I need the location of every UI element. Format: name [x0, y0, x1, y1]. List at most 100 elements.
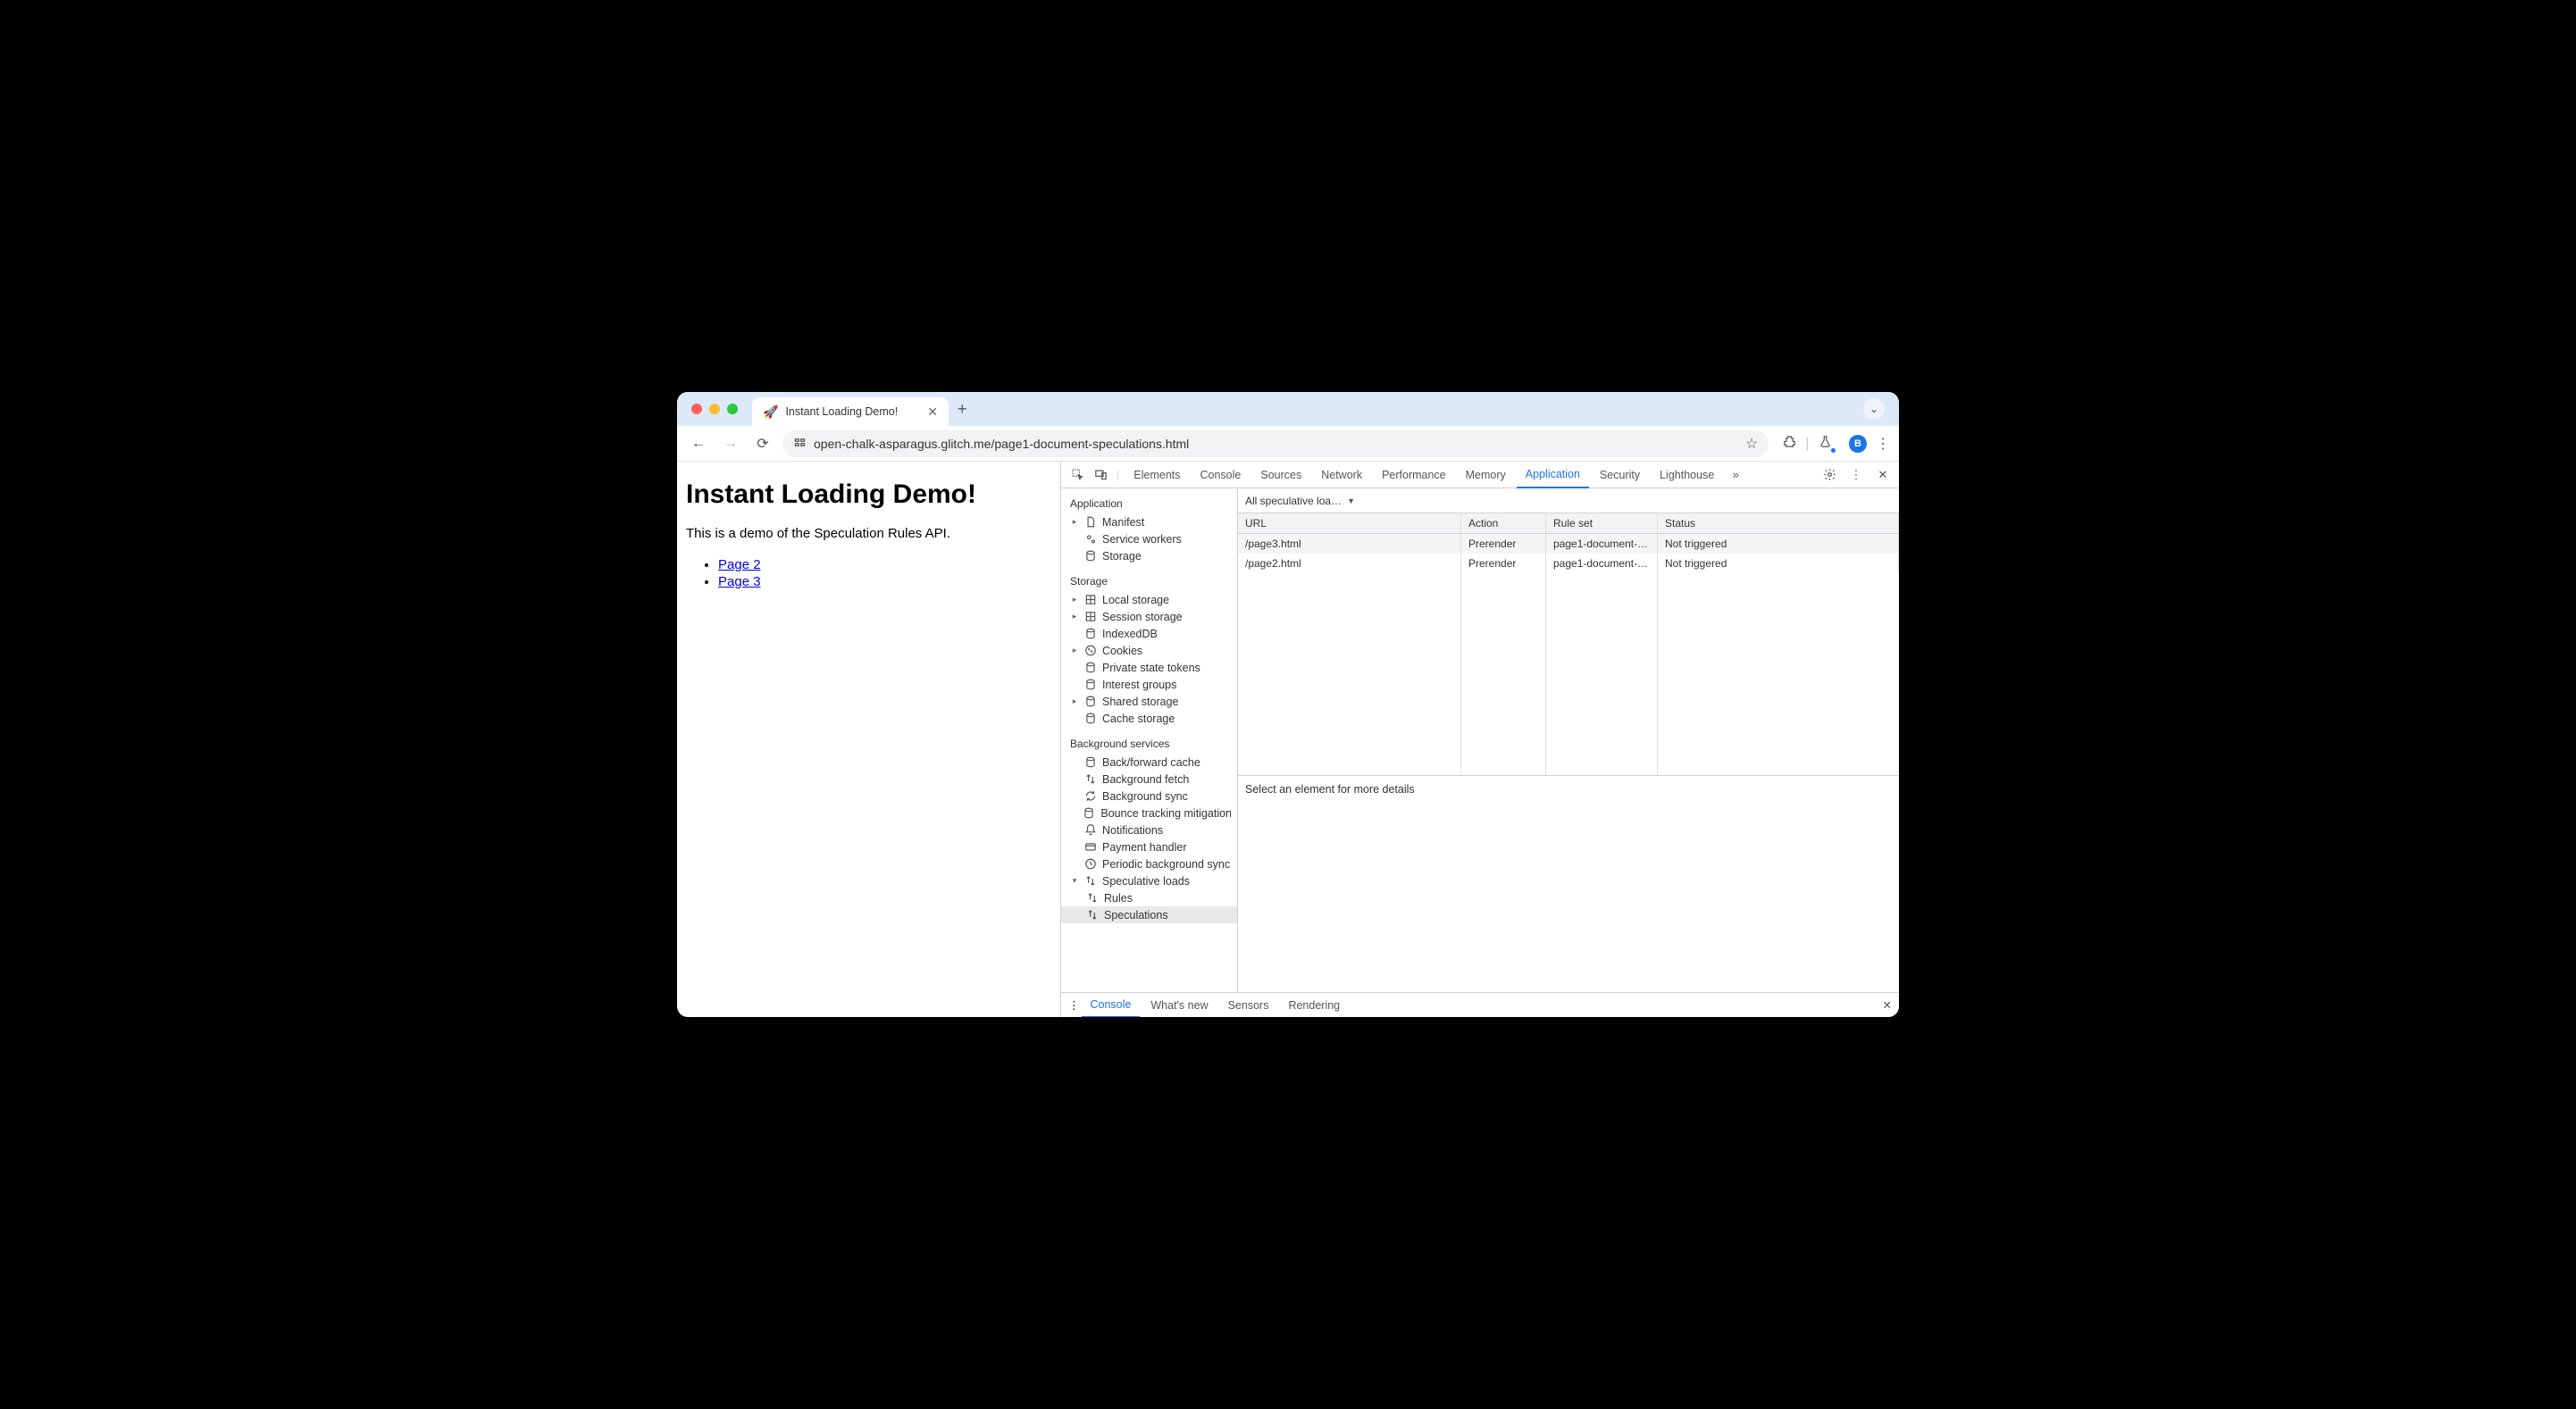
document-icon	[1084, 515, 1097, 529]
table-row[interactable]: /page2.html Prerender page1-document-… N…	[1238, 554, 1899, 573]
filter-dropdown[interactable]: All speculative loa… ▼	[1238, 488, 1899, 513]
devtools-main: All speculative loa… ▼ URL Action Rule s…	[1238, 488, 1899, 992]
tab-overflow: ⌄	[1863, 398, 1885, 420]
cookie-icon	[1084, 644, 1097, 657]
database-icon	[1084, 661, 1097, 674]
sidebar-item-cookies[interactable]: ▸Cookies	[1061, 642, 1237, 659]
tab-elements[interactable]: Elements	[1125, 462, 1189, 488]
chevron-down-icon: ▼	[1347, 496, 1355, 505]
tab-console[interactable]: Console	[1192, 462, 1250, 488]
database-icon	[1084, 712, 1097, 725]
sidebar-item-cache-storage[interactable]: Cache storage	[1061, 710, 1237, 727]
table-row[interactable]: /page3.html Prerender page1-document-… N…	[1238, 534, 1899, 554]
tab-bar: 🚀 Instant Loading Demo! ✕ + ⌄	[677, 392, 1899, 426]
sidebar-item-shared-storage[interactable]: ▸Shared storage	[1061, 693, 1237, 710]
filter-label: All speculative loa…	[1245, 495, 1342, 507]
page-heading: Instant Loading Demo!	[686, 479, 1051, 510]
url-field[interactable]: open-chalk-asparagus.glitch.me/page1-doc…	[782, 430, 1769, 457]
device-toggle-icon[interactable]	[1090, 464, 1111, 486]
page-link-2[interactable]: Page 2	[718, 557, 761, 572]
profile-avatar[interactable]: B	[1849, 435, 1867, 453]
page-viewport: Instant Loading Demo! This is a demo of …	[677, 462, 1061, 1017]
column-header-ruleset[interactable]: Rule set	[1546, 513, 1658, 533]
minimize-window-button[interactable]	[709, 404, 720, 414]
sidebar-item-indexeddb[interactable]: IndexedDB	[1061, 625, 1237, 642]
tab-lighthouse[interactable]: Lighthouse	[1651, 462, 1723, 488]
rocket-icon: 🚀	[763, 404, 778, 420]
site-settings-icon[interactable]	[793, 436, 807, 452]
sidebar-item-payment-handler[interactable]: Payment handler	[1061, 838, 1237, 855]
tab-memory[interactable]: Memory	[1457, 462, 1515, 488]
sidebar-item-bounce-tracking[interactable]: Bounce tracking mitigation	[1061, 805, 1237, 821]
inspect-element-icon[interactable]	[1066, 464, 1088, 486]
address-bar: ← → ⟳ open-chalk-asparagus.glitch.me/pag…	[677, 426, 1899, 462]
back-button[interactable]: ←	[686, 431, 711, 456]
tab-sources[interactable]: Sources	[1251, 462, 1310, 488]
sidebar-item-manifest[interactable]: ▸Manifest	[1061, 513, 1237, 530]
kebab-menu-icon[interactable]: ⋮	[1876, 435, 1890, 453]
transfer-icon	[1084, 772, 1097, 786]
column-header-action[interactable]: Action	[1461, 513, 1546, 533]
sidebar-section-storage: Storage	[1061, 571, 1237, 591]
more-tabs-icon[interactable]: »	[1725, 464, 1746, 486]
reload-button[interactable]: ⟳	[750, 431, 775, 456]
sidebar-item-notifications[interactable]: Notifications	[1061, 821, 1237, 838]
forward-button[interactable]: →	[718, 431, 743, 456]
database-icon	[1084, 695, 1097, 708]
close-drawer-icon[interactable]: ✕	[1883, 998, 1892, 1012]
sidebar-item-background-sync[interactable]: Background sync	[1061, 788, 1237, 805]
maximize-window-button[interactable]	[727, 404, 738, 414]
detail-hint: Select an element for more details	[1238, 776, 1899, 992]
tab-performance[interactable]: Performance	[1373, 462, 1455, 488]
devtools-sidebar: Application ▸Manifest Service workers St…	[1061, 488, 1238, 992]
window-controls	[691, 404, 738, 414]
sidebar-item-periodic-sync[interactable]: Periodic background sync	[1061, 855, 1237, 872]
column-header-url[interactable]: URL	[1238, 513, 1461, 533]
column-header-status[interactable]: Status	[1658, 513, 1899, 533]
sidebar-item-session-storage[interactable]: ▸Session storage	[1061, 608, 1237, 625]
close-window-button[interactable]	[691, 404, 702, 414]
sidebar-item-interest-groups[interactable]: Interest groups	[1061, 676, 1237, 693]
sidebar-item-storage[interactable]: Storage	[1061, 547, 1237, 564]
close-devtools-icon[interactable]: ✕	[1872, 464, 1894, 486]
grid-icon	[1084, 593, 1097, 606]
drawer-tab-console[interactable]: Console	[1082, 993, 1141, 1018]
grid-icon	[1084, 610, 1097, 623]
clock-icon	[1084, 857, 1097, 871]
bell-icon	[1084, 823, 1097, 837]
sidebar-item-background-fetch[interactable]: Background fetch	[1061, 771, 1237, 788]
drawer-tab-sensors[interactable]: Sensors	[1219, 993, 1278, 1018]
new-tab-button[interactable]: +	[958, 400, 967, 419]
kebab-menu-icon[interactable]: ⋮	[1068, 998, 1080, 1012]
card-icon	[1084, 840, 1097, 854]
close-tab-icon[interactable]: ✕	[927, 404, 938, 420]
extensions-icon[interactable]	[1783, 435, 1796, 453]
settings-gear-icon[interactable]	[1819, 464, 1840, 486]
sidebar-item-private-state-tokens[interactable]: Private state tokens	[1061, 659, 1237, 676]
tab-application[interactable]: Application	[1517, 462, 1589, 488]
sidebar-item-speculative-loads[interactable]: ▾Speculative loads	[1061, 872, 1237, 889]
sidebar-section-background: Background services	[1061, 734, 1237, 754]
devtools-drawer: ⋮ Console What's new Sensors Rendering ✕	[1061, 992, 1899, 1017]
transfer-icon	[1086, 891, 1099, 905]
tab-network[interactable]: Network	[1312, 462, 1371, 488]
sidebar-item-speculations[interactable]: Speculations	[1061, 906, 1237, 923]
chevron-down-icon[interactable]: ⌄	[1863, 398, 1885, 420]
drawer-tab-whats-new[interactable]: What's new	[1142, 993, 1217, 1018]
database-icon	[1084, 549, 1097, 563]
labs-icon[interactable]	[1819, 435, 1840, 453]
sidebar-item-bfcache[interactable]: Back/forward cache	[1061, 754, 1237, 771]
page-subtext: This is a demo of the Speculation Rules …	[686, 526, 1051, 541]
sidebar-item-rules[interactable]: Rules	[1061, 889, 1237, 906]
transfer-icon	[1084, 874, 1097, 888]
bookmark-star-icon[interactable]: ☆	[1745, 435, 1758, 453]
kebab-menu-icon[interactable]: ⋮	[1845, 464, 1867, 486]
sidebar-item-service-workers[interactable]: Service workers	[1061, 530, 1237, 547]
drawer-tab-rendering[interactable]: Rendering	[1279, 993, 1349, 1018]
devtools-tab-bar: | Elements Console Sources Network Perfo…	[1061, 462, 1899, 488]
table-empty-area	[1238, 573, 1899, 776]
browser-tab[interactable]: 🚀 Instant Loading Demo! ✕	[752, 397, 949, 426]
page-link-3[interactable]: Page 3	[718, 574, 761, 589]
sidebar-item-local-storage[interactable]: ▸Local storage	[1061, 591, 1237, 608]
tab-security[interactable]: Security	[1591, 462, 1649, 488]
